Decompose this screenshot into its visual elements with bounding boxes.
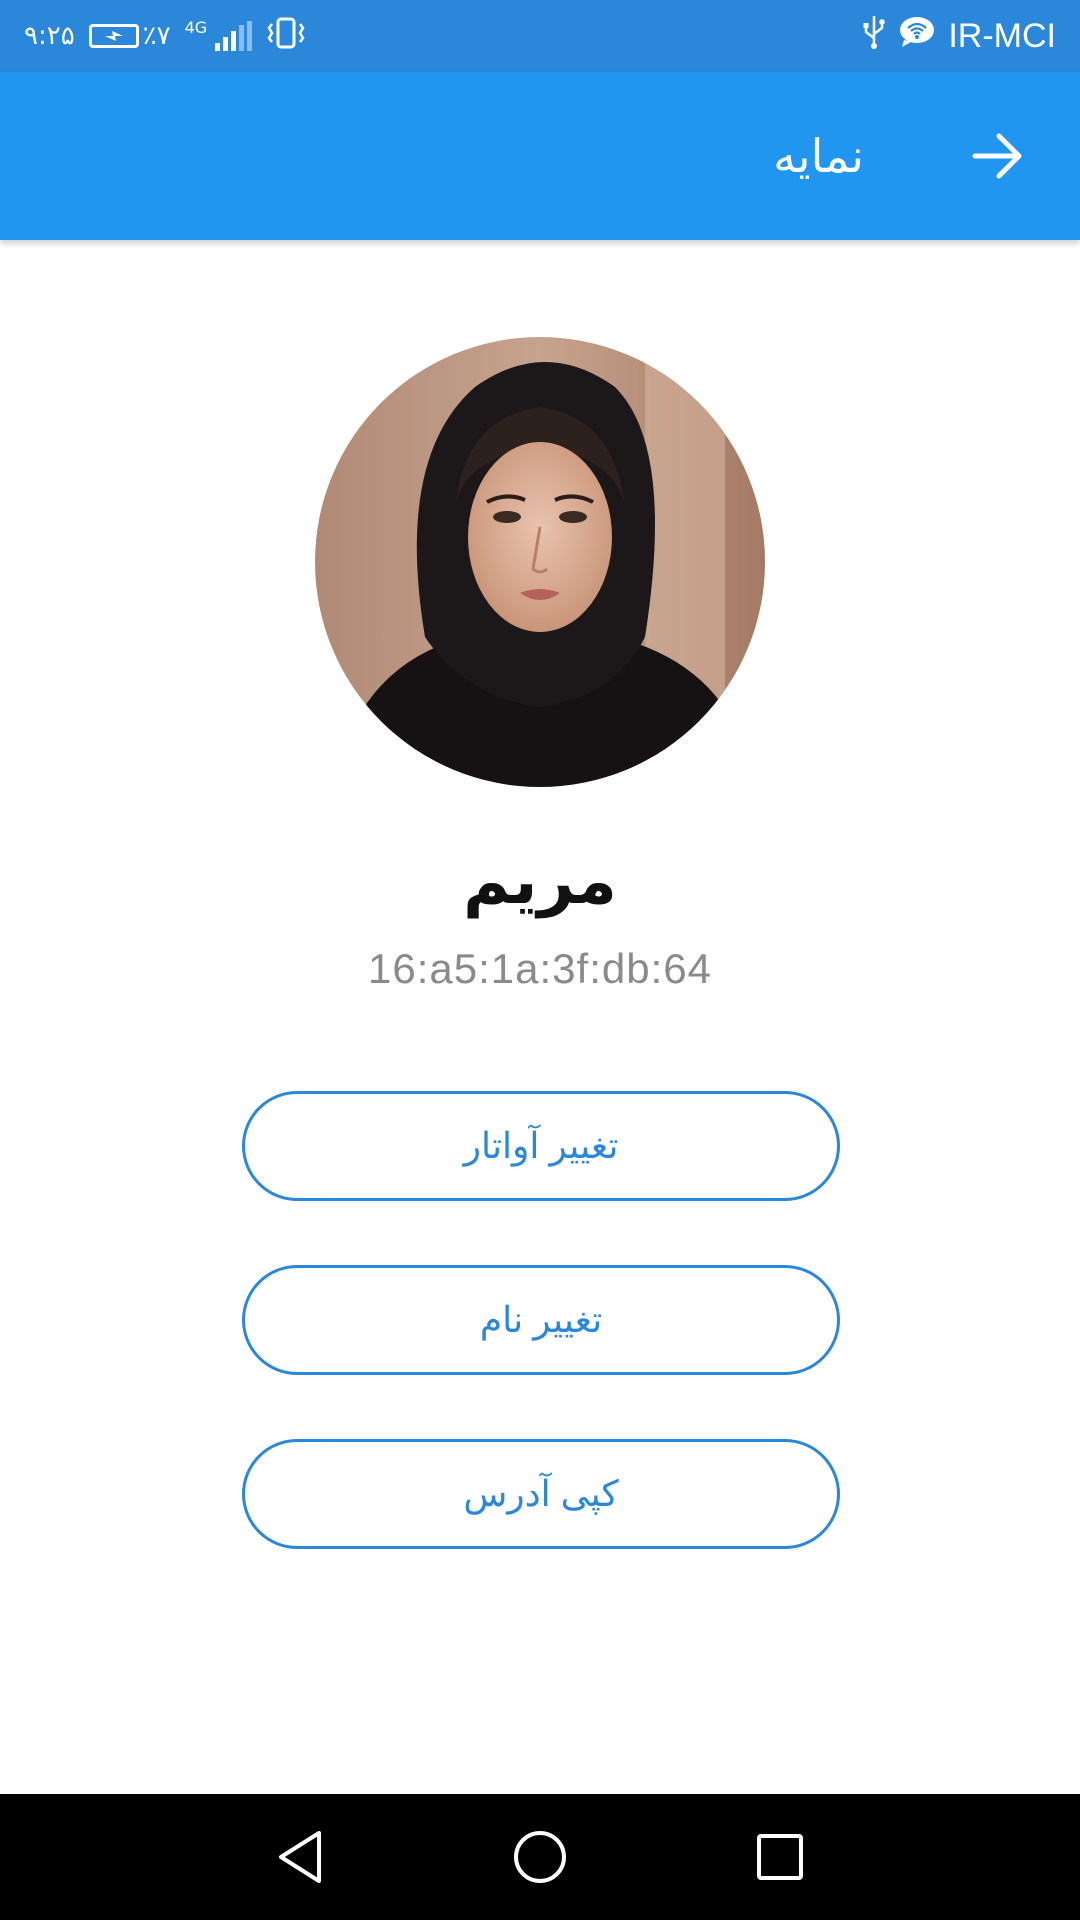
avatar-image xyxy=(315,337,765,787)
square-recents-icon xyxy=(757,1834,803,1880)
change-name-button[interactable]: تغییر نام xyxy=(242,1265,840,1375)
navigation-bar xyxy=(0,1794,1080,1920)
battery-charging-icon xyxy=(88,24,139,48)
page-title: نمایه xyxy=(773,129,864,183)
carrier-name: IR-MCI xyxy=(948,16,1056,55)
profile-name: مریم xyxy=(463,845,617,919)
wifi-calling-icon xyxy=(898,15,936,58)
status-right: IR-MCI xyxy=(862,14,1056,59)
back-button[interactable] xyxy=(964,122,1032,190)
nav-back-button[interactable] xyxy=(265,1822,335,1892)
status-bar: ۹:۲۵ ٪۷ 4G IR-MCI xyxy=(0,0,1080,72)
vibrate-icon xyxy=(266,16,306,57)
nav-recents-button[interactable] xyxy=(745,1822,815,1892)
status-left: ۹:۲۵ ٪۷ 4G xyxy=(24,16,306,57)
usb-icon xyxy=(862,14,886,59)
network-type: 4G xyxy=(184,17,208,37)
battery-percent: ٪۷ xyxy=(142,21,171,51)
arrow-right-icon xyxy=(972,133,1022,179)
battery-indicator: ٪۷ xyxy=(88,21,171,51)
copy-address-button[interactable]: کپی آدرس xyxy=(242,1439,840,1549)
profile-address: 16:a5:1a:3f:db:64 xyxy=(368,945,712,992)
status-time: ۹:۲۵ xyxy=(24,21,75,51)
nav-home-button[interactable] xyxy=(505,1822,575,1892)
circle-home-icon xyxy=(514,1831,566,1883)
signal-icon xyxy=(215,21,253,51)
triangle-back-icon xyxy=(279,1831,321,1883)
change-avatar-button[interactable]: تغییر آواتار xyxy=(242,1091,840,1201)
app-bar: نمایه xyxy=(0,72,1080,240)
avatar xyxy=(315,337,765,787)
